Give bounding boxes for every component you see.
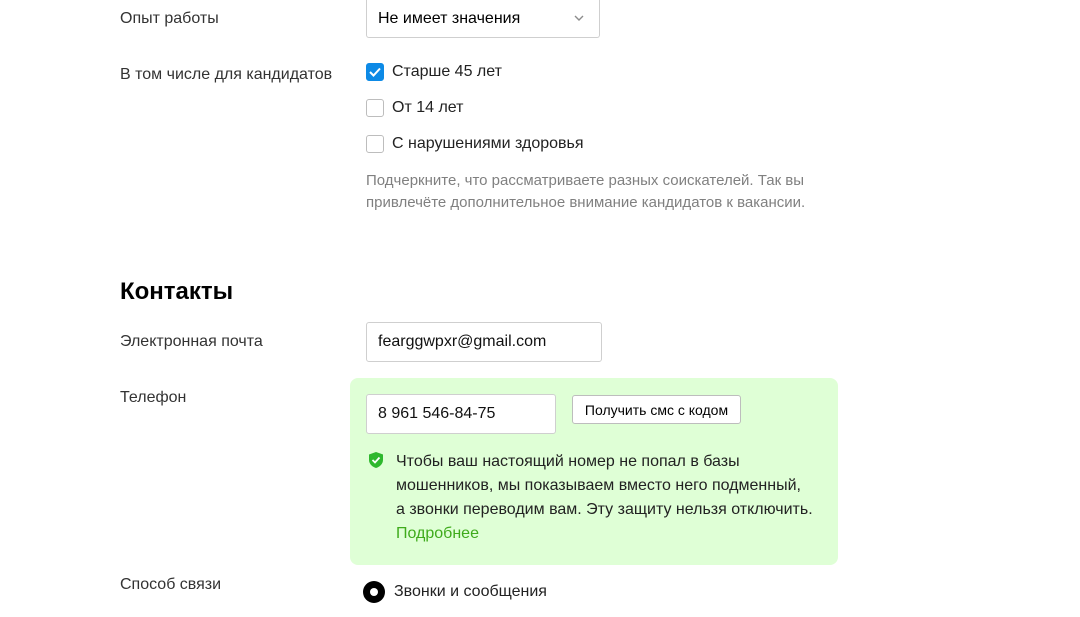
chevron-down-icon xyxy=(574,15,584,21)
vacancy-form: Опыт работы Не имеет значения В том числ… xyxy=(0,0,1080,617)
phone-field[interactable]: 8 961 546-84-75 xyxy=(366,394,556,434)
email-value: fearggwpxr@gmail.com xyxy=(378,333,547,350)
checkbox-unchecked[interactable] xyxy=(366,135,384,153)
checkmark-icon xyxy=(369,67,381,77)
protection-line: а звонки переводим вам. Эту защиту нельз… xyxy=(396,501,813,518)
candidates-hint: Подчеркните, что рассматриваете разных с… xyxy=(366,170,846,214)
hint-line: привлечёте дополнительное внимание канди… xyxy=(366,194,806,211)
radio-selected-icon[interactable] xyxy=(363,581,385,603)
protection-line: мошенников, мы показываем вместо него по… xyxy=(396,477,801,494)
checkbox-label: От 14 лет xyxy=(392,99,464,116)
email-label: Электронная почта xyxy=(120,333,263,350)
candidates-label: В том числе для кандидатов xyxy=(120,66,333,83)
contact-method-label: Способ связи xyxy=(120,576,222,593)
protection-line: Чтобы ваш настоящий номер не попал в баз… xyxy=(396,453,740,470)
checkbox-unchecked[interactable] xyxy=(366,99,384,117)
experience-label: Опыт работы xyxy=(120,10,219,27)
contacts-title: Контакты xyxy=(120,278,234,305)
phone-value: 8 961 546-84-75 xyxy=(378,405,496,422)
phone-label: Телефон xyxy=(120,389,187,406)
email-field[interactable]: fearggwpxr@gmail.com xyxy=(366,322,602,362)
checkbox-checked[interactable] xyxy=(366,63,384,81)
checkbox-over-45[interactable]: Старше 45 лет xyxy=(366,63,502,81)
radio-calls-messages[interactable]: Звонки и сообщения xyxy=(363,581,547,603)
checkbox-label: С нарушениями здоровья xyxy=(392,135,584,152)
checkbox-from-14[interactable]: От 14 лет xyxy=(366,99,464,117)
experience-select-value: Не имеет значения xyxy=(378,9,521,27)
checkbox-health[interactable]: С нарушениями здоровья xyxy=(366,135,584,153)
protection-text: Чтобы ваш настоящий номер не попал в баз… xyxy=(396,450,826,522)
hint-line: Подчеркните, что рассматриваете разных с… xyxy=(366,172,805,189)
radio-label: Звонки и сообщения xyxy=(394,583,547,600)
more-link[interactable]: Подробнее xyxy=(396,522,479,546)
checkbox-label: Старше 45 лет xyxy=(392,63,502,80)
get-sms-code-button[interactable]: Получить смс с кодом xyxy=(572,395,741,424)
experience-select[interactable]: Не имеет значения xyxy=(366,0,600,38)
shield-check-icon xyxy=(369,452,383,468)
